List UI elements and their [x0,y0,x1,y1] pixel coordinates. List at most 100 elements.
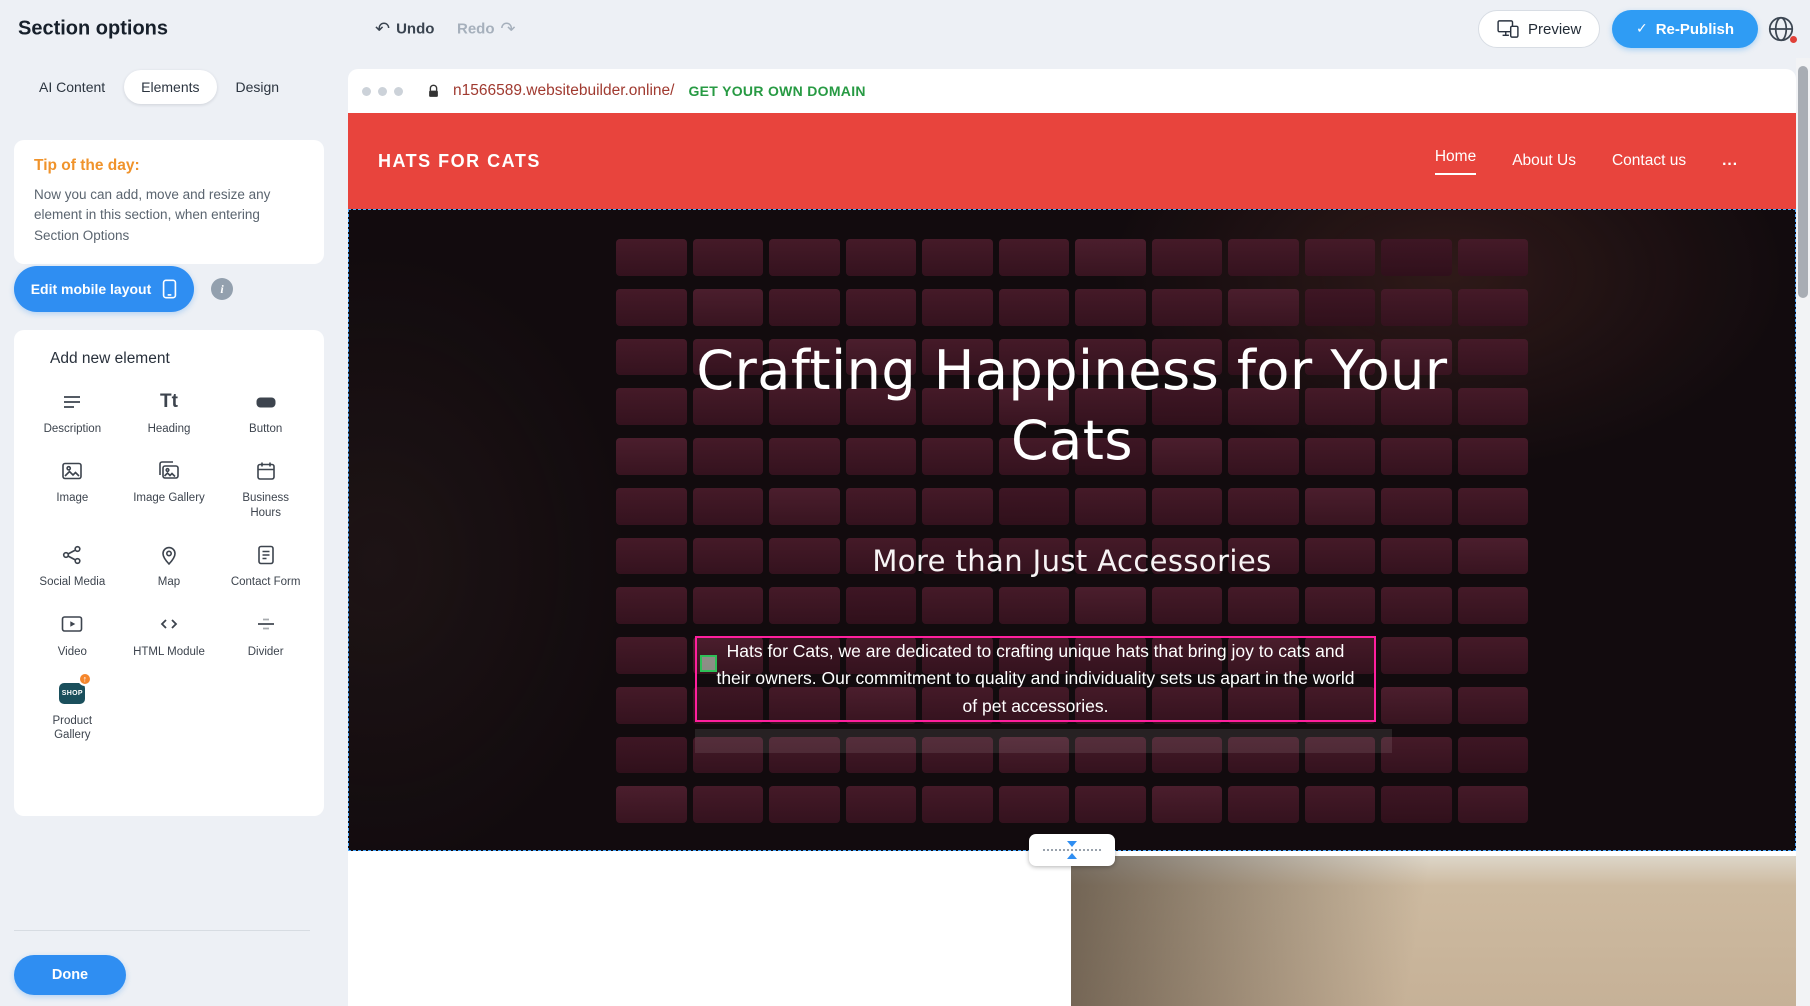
tab-elements[interactable]: Elements [124,70,216,104]
scrollbar-thumb[interactable] [1798,66,1808,298]
element-item-map[interactable]: Map [121,541,218,589]
element-item-social-media[interactable]: Social Media [24,541,121,589]
element-item-contact-form[interactable]: Contact Form [217,541,314,589]
hero-tile [616,587,687,624]
hero-section-selected[interactable]: Crafting Happiness for Your Cats More th… [348,209,1796,851]
element-item-image-gallery[interactable]: Image Gallery [121,457,218,520]
hero-tile [846,488,917,525]
window-dot-icon [378,87,387,96]
hero-tile [616,438,687,475]
hero-tile [1458,737,1529,774]
element-item-html-module[interactable]: HTML Module [121,611,218,659]
product-gallery-icon: SHOP ↑ [59,680,86,707]
map-pin-icon [155,541,182,568]
hero-paragraph-text[interactable]: Hats for Cats, we are dedicated to craft… [713,638,1358,719]
done-button[interactable]: Done [14,955,126,995]
tab-ai-content[interactable]: AI Content [22,70,122,104]
tip-title: Tip of the day: [34,157,308,175]
sidebar-divider [14,930,310,931]
element-item-divider[interactable]: Divider [217,611,314,659]
republish-label: Re-Publish [1656,21,1734,38]
hero-tile [922,488,993,525]
hero-tile [769,587,840,624]
redo-label: Redo [457,21,495,38]
site-url: n1566589.websitebuilder.online/ [453,82,674,100]
hero-subheading[interactable]: More than Just Accessories [349,544,1795,578]
hero-tile [922,239,993,276]
redo-button[interactable]: Redo ↷ [457,19,516,40]
preview-button[interactable]: Preview [1478,10,1600,48]
section-resize-handle[interactable] [1029,834,1115,866]
hero-tile [999,289,1070,326]
hero-tile [999,587,1070,624]
hero-tile [616,339,687,376]
arrow-down-icon [1067,841,1077,847]
hero-tile [769,786,840,823]
republish-button[interactable]: ✓ Re-Publish [1612,10,1758,48]
element-item-description[interactable]: Description [24,388,121,436]
info-icon[interactable]: i [211,278,233,300]
next-section-photo [1071,856,1796,1006]
hero-tile [616,737,687,774]
add-new-element-panel: Add new element Description Tt Heading [14,330,324,816]
hero-tile [1381,239,1452,276]
app: Section options ↶ Undo Redo ↷ Preview ✓ … [0,0,1810,1006]
dotted-line-icon [1043,849,1101,851]
hero-tile [1381,687,1452,724]
hero-tile [1075,488,1146,525]
undo-button[interactable]: ↶ Undo [375,19,434,40]
nav-item-more[interactable]: ... [1722,152,1738,170]
hero-tile [1152,289,1223,326]
hero-tile [1381,488,1452,525]
divider-icon [252,611,279,638]
nav-item-about-us[interactable]: About Us [1512,152,1576,170]
nav-item-home[interactable]: Home [1435,148,1476,175]
social-media-icon [59,541,86,568]
hero-tile [1305,488,1376,525]
undo-label: Undo [396,21,434,38]
hero-tile [1458,488,1529,525]
hero-tile [922,289,993,326]
hero-tile [999,488,1070,525]
hero-tile [1228,587,1299,624]
get-domain-link[interactable]: GET YOUR OWN DOMAIN [688,83,865,99]
element-item-heading[interactable]: Tt Heading [121,388,218,436]
hero-tile [1381,587,1452,624]
element-hover-highlight [695,729,1392,753]
hero-tile [846,587,917,624]
element-item-product-gallery[interactable]: SHOP ↑ Product Gallery [24,680,121,743]
page-title: Section options [18,18,168,41]
hero-tile [769,289,840,326]
hero-tile [1381,637,1452,674]
element-resize-handle[interactable] [700,655,717,672]
window-dot-icon [394,87,403,96]
topbar: Section options ↶ Undo Redo ↷ Preview ✓ … [0,0,1810,58]
hero-tile [1458,438,1529,475]
notification-dot [1790,36,1797,43]
element-item-button[interactable]: Button [217,388,314,436]
hero-tile [1458,289,1529,326]
edit-mobile-layout-button[interactable]: Edit mobile layout [14,266,194,312]
element-item-business-hours[interactable]: Business Hours [217,457,314,520]
business-hours-icon [252,457,279,484]
hero-tile [1305,239,1376,276]
hero-tile [616,388,687,425]
hero-tile [616,488,687,525]
hero-tile [1381,786,1452,823]
site-logo[interactable]: HATS FOR CATS [378,151,541,172]
lock-icon [426,83,441,100]
nav-item-contact-us[interactable]: Contact us [1612,152,1686,170]
tab-design[interactable]: Design [219,70,297,104]
language-globe-button[interactable] [1766,14,1796,44]
element-item-video[interactable]: Video [24,611,121,659]
site-header: HATS FOR CATS Home About Us Contact us .… [348,113,1796,209]
hero-tile [1228,239,1299,276]
hero-tile [1458,239,1529,276]
hero-heading[interactable]: Crafting Happiness for Your Cats [692,336,1452,476]
contact-form-icon [252,541,279,568]
hero-paragraph-selected[interactable]: Hats for Cats, we are dedicated to craft… [695,636,1376,722]
heading-icon: Tt [155,388,182,415]
hero-tile [1381,289,1452,326]
hero-tile [1228,289,1299,326]
element-item-image[interactable]: Image [24,457,121,520]
